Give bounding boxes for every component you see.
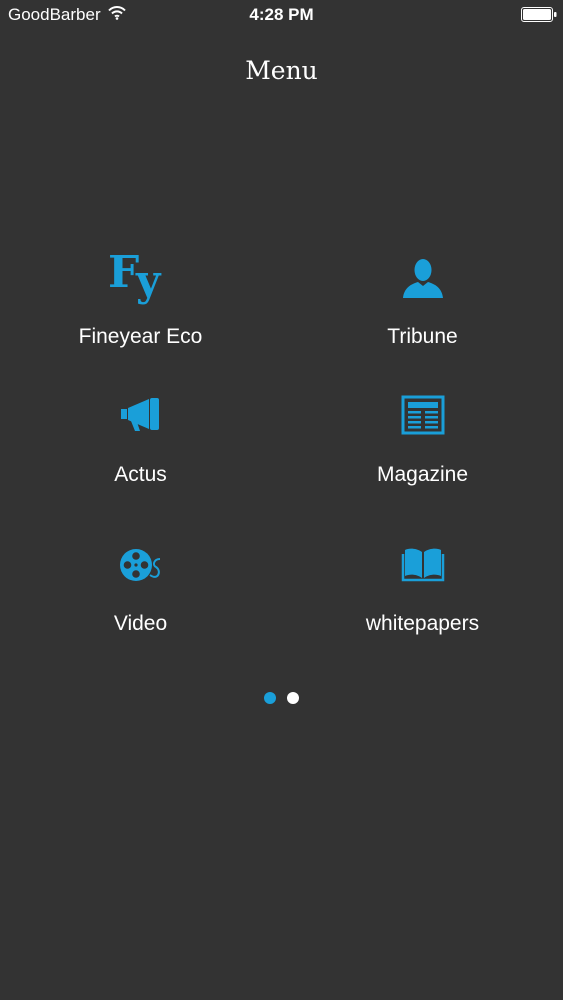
svg-text:F: F xyxy=(108,247,139,298)
menu-item-actus[interactable]: Actus xyxy=(0,380,281,500)
menu-item-tribune[interactable]: Tribune xyxy=(282,240,563,360)
fineyear-logo-icon: F y xyxy=(0,246,281,310)
film-reel-icon xyxy=(0,540,281,590)
menu-item-magazine[interactable]: Magazine xyxy=(282,380,563,500)
menu-item-label: Magazine xyxy=(376,463,469,486)
newspaper-icon xyxy=(282,390,563,440)
menu-item-video[interactable]: Video xyxy=(0,530,281,650)
menu-item-label: Actus xyxy=(114,463,167,486)
menu-item-label: Video xyxy=(113,612,168,635)
open-book-icon xyxy=(282,540,563,590)
menu-grid: F y Fineyear Eco Tribune Actus Magazine … xyxy=(0,0,563,1000)
megaphone-icon xyxy=(0,390,281,440)
menu-item-whitepapers[interactable]: whitepapers xyxy=(282,530,563,650)
svg-text:y: y xyxy=(135,256,162,305)
menu-item-label: whitepapers xyxy=(365,612,480,635)
menu-item-label: Fineyear Eco xyxy=(78,325,203,348)
menu-item-label: Tribune xyxy=(387,325,458,348)
page-dot[interactable] xyxy=(287,692,299,704)
page-indicator[interactable] xyxy=(0,692,563,704)
page-dot-active[interactable] xyxy=(264,692,276,704)
menu-item-fineyear-eco[interactable]: F y Fineyear Eco xyxy=(0,240,281,360)
person-icon xyxy=(282,246,563,310)
